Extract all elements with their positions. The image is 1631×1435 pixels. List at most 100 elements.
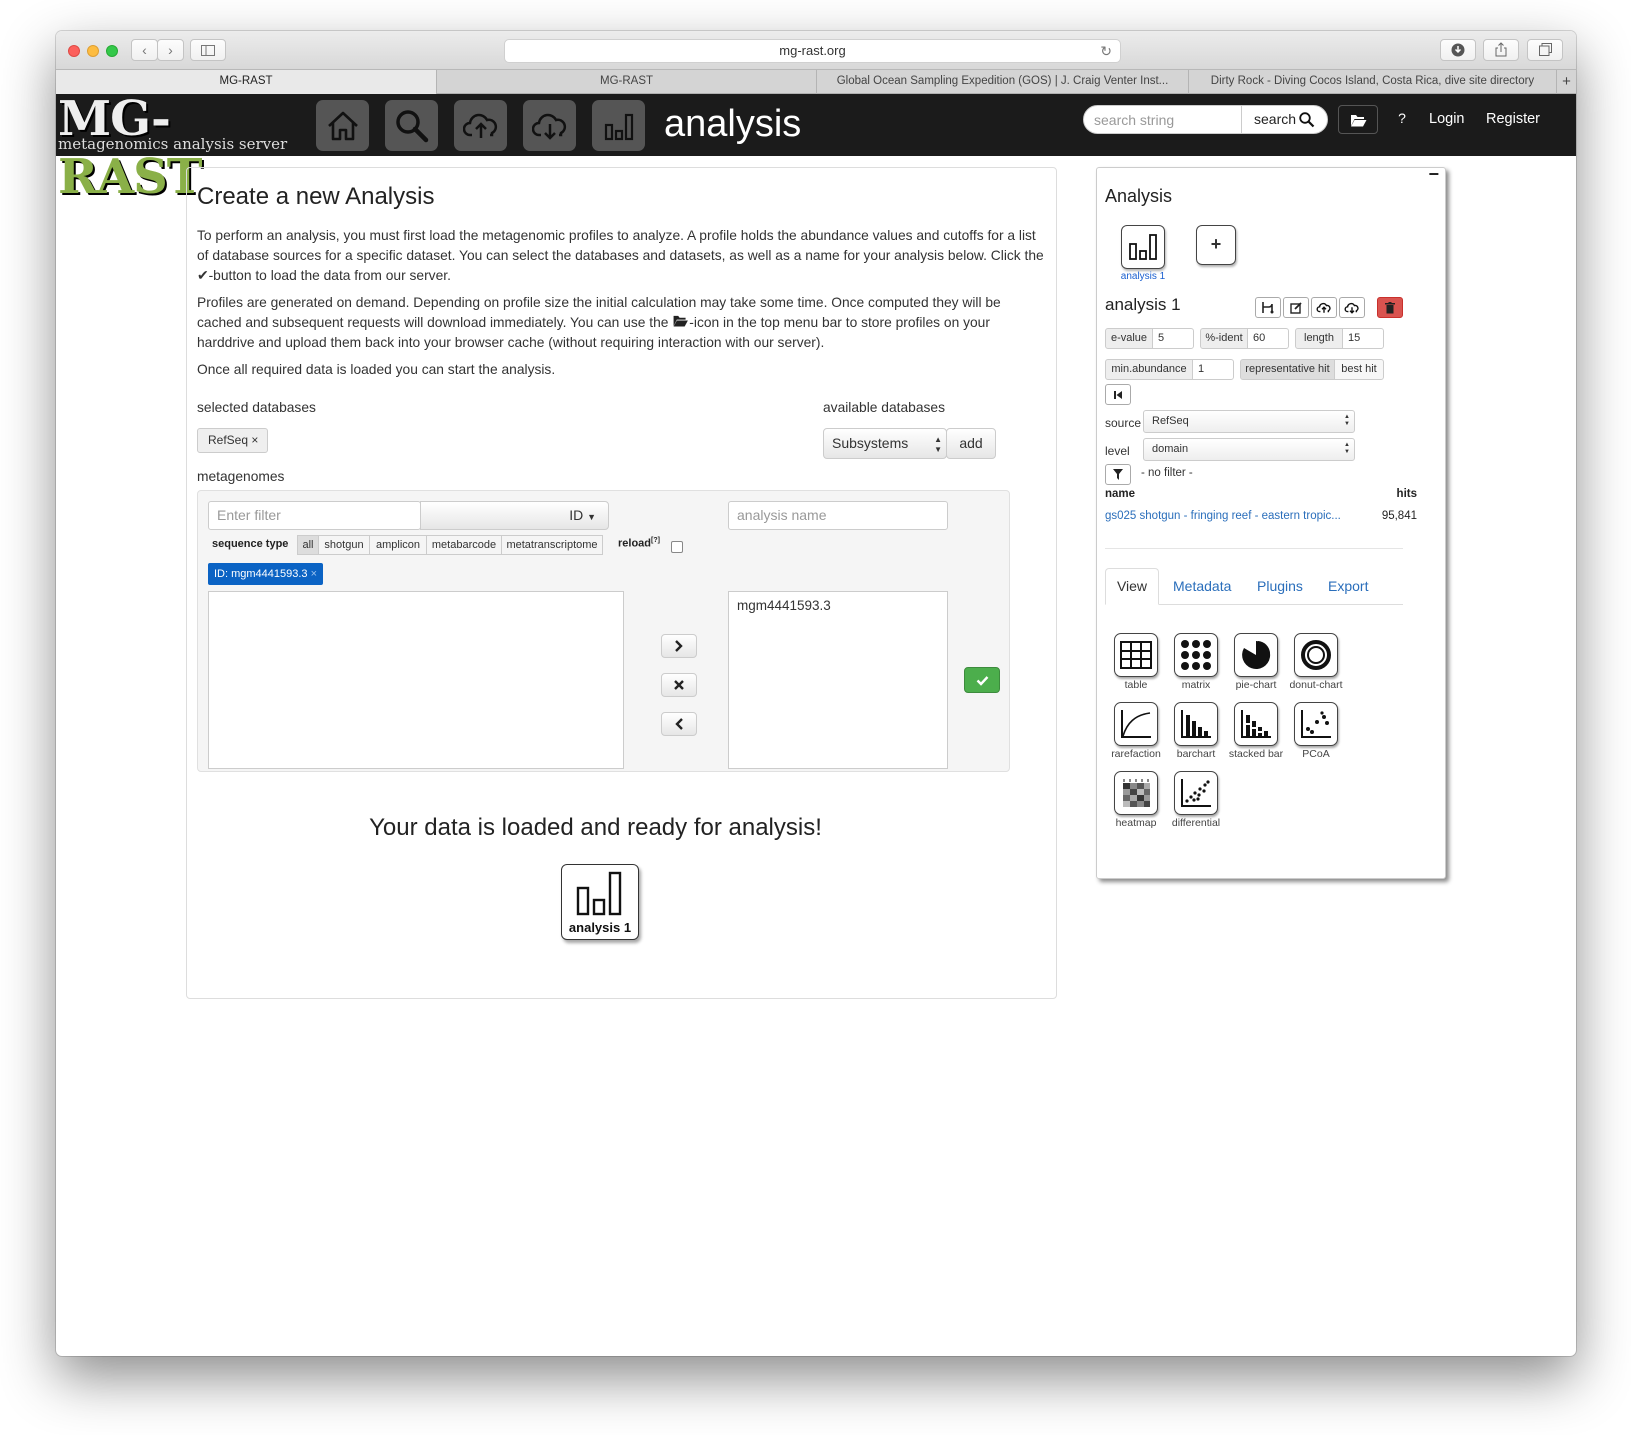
level-select[interactable]: domain ▲ ▼ — [1143, 438, 1355, 461]
back-button[interactable]: ‹ — [131, 39, 158, 61]
reload-checkbox[interactable] — [671, 541, 683, 553]
filter-button[interactable] — [1105, 464, 1131, 485]
analysis-nav-button[interactable] — [592, 100, 645, 151]
view-rarefaction[interactable] — [1114, 702, 1158, 746]
edit-analysis-button[interactable] — [1283, 297, 1309, 318]
pie-chart-icon — [1234, 633, 1278, 677]
browser-tab[interactable]: Global Ocean Sampling Expedition (GOS) |… — [816, 70, 1188, 94]
step-backward-icon — [1114, 390, 1122, 399]
analysis-tile-1-label[interactable]: analysis 1 — [1111, 271, 1175, 282]
sidebar-toggle-button[interactable] — [190, 39, 226, 61]
view-stacked-bar[interactable] — [1234, 702, 1278, 746]
reload-icon[interactable]: ↻ — [1100, 40, 1112, 62]
rename-branch-button[interactable] — [1255, 297, 1281, 318]
page-title: analysis — [664, 103, 802, 145]
view-matrix[interactable] — [1174, 633, 1218, 677]
home-nav-button[interactable] — [316, 100, 369, 151]
selected-metagenomes-list[interactable]: mgm4441593.3 — [728, 591, 948, 769]
view-table[interactable] — [1114, 633, 1158, 677]
seq-type-all[interactable]: all — [297, 535, 319, 555]
minimize-panel-button[interactable]: − — [1428, 164, 1439, 185]
analysis-sidebar: − Analysis analysis 1 + analysis 1 e-val… — [1096, 164, 1446, 879]
barchart-icon — [1174, 702, 1218, 746]
view-pcoa[interactable] — [1294, 702, 1338, 746]
upload-nav-button[interactable] — [454, 100, 507, 151]
download-analysis-button[interactable] — [1339, 297, 1365, 318]
register-link[interactable]: Register — [1486, 105, 1540, 134]
upload-icon — [462, 113, 497, 138]
length-input[interactable]: 15 — [1342, 328, 1384, 349]
forward-button[interactable]: › — [157, 39, 184, 61]
download-nav-button[interactable] — [523, 100, 576, 151]
available-metagenomes-list[interactable] — [208, 591, 624, 769]
seq-type-metatranscriptome[interactable]: metatranscriptome — [501, 535, 603, 555]
analysis-tile-label: analysis 1 — [568, 920, 632, 935]
source-select[interactable]: RefSeq ▲ ▼ — [1143, 410, 1355, 433]
downloads-button[interactable] — [1440, 39, 1476, 61]
add-database-button[interactable]: add — [946, 428, 996, 459]
matrix-icon — [1174, 633, 1218, 677]
search-input[interactable]: search string — [1083, 105, 1242, 134]
move-left-button[interactable] — [661, 712, 697, 736]
profile-storage-button[interactable] — [1338, 105, 1378, 134]
filter-input[interactable]: Enter filter — [208, 501, 421, 530]
search-icon — [395, 109, 428, 142]
available-databases-select[interactable]: Subsystems ▲ ▼ — [823, 428, 947, 459]
filter-type-dropdown[interactable]: ID ▼ — [420, 501, 609, 530]
view-barchart[interactable] — [1174, 702, 1218, 746]
pcoa-icon — [1294, 702, 1338, 746]
view-differential[interactable] — [1174, 771, 1218, 815]
search-button[interactable]: search — [1241, 105, 1328, 134]
analysis-tile-1[interactable] — [1121, 225, 1165, 269]
mg-rast-logo[interactable]: MG-RAST metagenomics analysis server — [56, 91, 296, 205]
help-button[interactable]: ? — [1388, 105, 1416, 134]
selected-database-tag[interactable]: RefSeq × — [197, 428, 268, 453]
zoom-window-button[interactable] — [106, 45, 118, 57]
representative-hit-button[interactable]: representative hit — [1240, 359, 1335, 380]
seq-type-amplicon[interactable]: amplicon — [369, 535, 427, 555]
new-tab-button[interactable]: + — [1556, 70, 1576, 94]
logo-subtitle: metagenomics analysis server — [58, 135, 288, 153]
remove-all-button[interactable] — [661, 673, 697, 697]
first-page-button[interactable] — [1105, 384, 1131, 405]
evalue-input[interactable]: 5 — [1152, 328, 1194, 349]
view-donut-chart[interactable] — [1294, 633, 1338, 677]
browser-tab[interactable]: Dirty Rock - Diving Cocos Island, Costa … — [1188, 70, 1556, 94]
metagenome-link[interactable]: gs025 shotgun - fringing reef - eastern … — [1105, 510, 1341, 522]
tab-export[interactable]: Export — [1328, 578, 1368, 594]
selected-metagenome-item[interactable]: mgm4441593.3 — [737, 598, 939, 613]
metagenome-selector: Enter filter ID ▼ analysis name sequence… — [197, 490, 1010, 772]
share-button[interactable] — [1483, 39, 1519, 61]
login-link[interactable]: Login — [1429, 105, 1464, 134]
search-nav-button[interactable] — [385, 100, 438, 151]
rarefaction-icon — [1114, 702, 1158, 746]
tabs-overview-button[interactable] — [1527, 39, 1563, 61]
address-bar[interactable]: mg-rast.org ↻ — [504, 39, 1121, 63]
view-pie-chart[interactable] — [1234, 633, 1278, 677]
profile-paragraph: Profiles are generated on demand. Depend… — [197, 295, 1001, 350]
upload-analysis-button[interactable] — [1311, 297, 1337, 318]
download-icon — [1344, 302, 1359, 314]
plus-icon: + — [1562, 73, 1571, 90]
seq-type-metabarcode[interactable]: metabarcode — [426, 535, 502, 555]
add-analysis-button[interactable]: + — [1196, 225, 1236, 265]
move-right-button[interactable] — [661, 634, 697, 658]
tab-plugins[interactable]: Plugins — [1257, 578, 1303, 594]
close-window-button[interactable] — [68, 45, 80, 57]
browser-tab[interactable]: MG-RAST — [436, 70, 816, 94]
ident-input[interactable]: 60 — [1247, 328, 1289, 349]
edit-icon — [1290, 301, 1302, 314]
remove-tag-icon[interactable]: × — [311, 568, 317, 580]
best-hit-button[interactable]: best hit — [1334, 359, 1384, 380]
minabundance-input[interactable]: 1 — [1192, 359, 1234, 380]
tab-metadata[interactable]: Metadata — [1173, 578, 1231, 594]
analysis-name-input[interactable]: analysis name — [728, 501, 948, 530]
tab-view[interactable]: View — [1105, 568, 1159, 605]
minimize-window-button[interactable] — [87, 45, 99, 57]
filter-tag[interactable]: ID: mgm4441593.3 × — [208, 563, 324, 585]
load-data-button[interactable] — [964, 667, 1000, 693]
delete-analysis-button[interactable] — [1377, 297, 1403, 318]
seq-type-shotgun[interactable]: shotgun — [318, 535, 370, 555]
analysis-tile[interactable]: analysis 1 — [561, 864, 639, 940]
view-heatmap[interactable] — [1114, 771, 1158, 815]
